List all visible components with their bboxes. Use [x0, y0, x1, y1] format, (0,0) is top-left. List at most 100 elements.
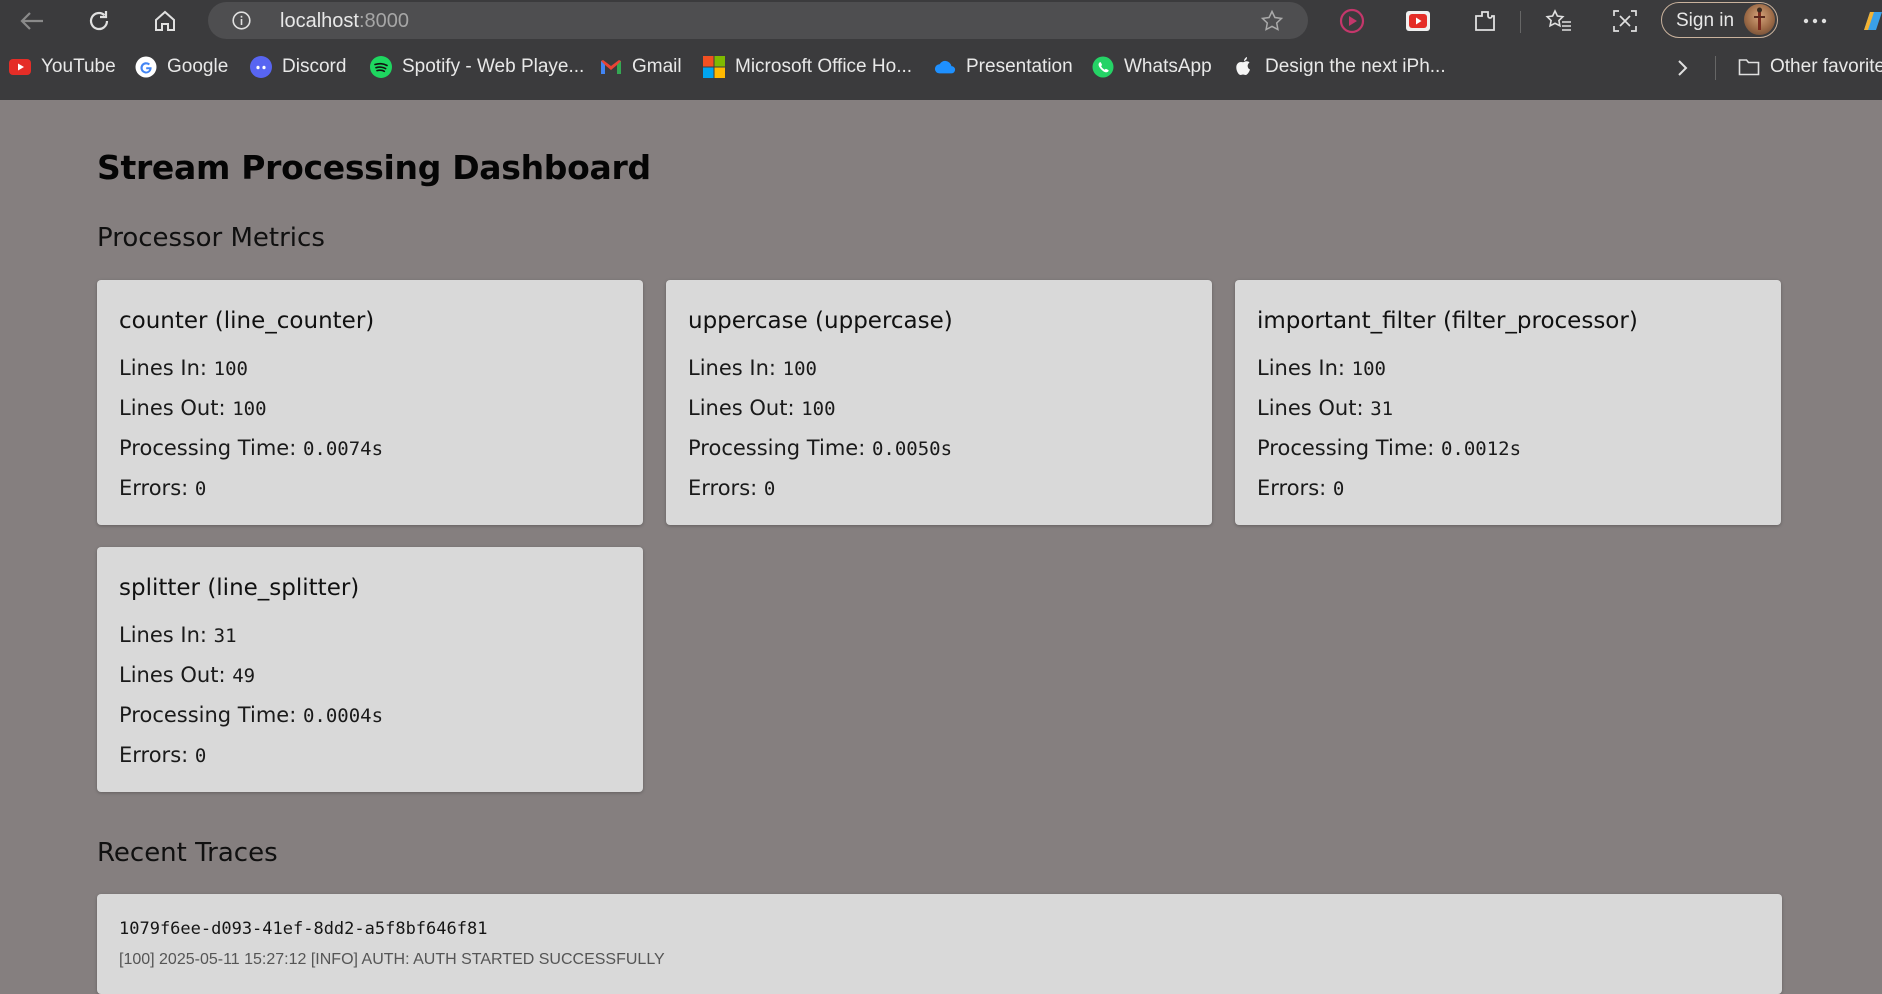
processor-card: counter (line_counter) Lines In: 100 Lin… — [97, 280, 643, 525]
processing-time-row: Processing Time: 0.0012s — [1257, 436, 1521, 460]
processor-title: counter (line_counter) — [119, 308, 375, 334]
bookmark-label: WhatsApp — [1124, 56, 1212, 77]
errors-value: 0 — [194, 478, 207, 500]
processor-card: uppercase (uppercase) Lines In: 100 Line… — [666, 280, 1212, 525]
lines-out-row: Lines Out: 49 — [119, 663, 255, 687]
processing-time-row: Processing Time: 0.0074s — [119, 436, 383, 460]
bookmark-other-favorites[interactable]: Other favorites — [1738, 54, 1882, 80]
errors-label: Errors: — [1257, 476, 1327, 500]
processor-title: uppercase (uppercase) — [688, 308, 953, 334]
processing-time-value: 0.0050s — [871, 438, 953, 460]
lines-in-label: Lines In: — [119, 623, 207, 647]
toolbar-divider — [1520, 11, 1521, 33]
google-icon — [135, 56, 157, 78]
gmail-icon — [600, 56, 622, 78]
url-host: localhost — [280, 10, 359, 32]
errors-value: 0 — [763, 478, 776, 500]
bookmark-label: Gmail — [632, 56, 682, 77]
bookmark-discord[interactable]: Discord — [250, 54, 346, 80]
lines-out-row: Lines Out: 100 — [119, 396, 267, 420]
lines-in-value: 100 — [782, 358, 817, 380]
lines-in-label: Lines In: — [119, 356, 207, 380]
sign-in-label: Sign in — [1676, 10, 1735, 31]
bookmark-label: Microsoft Office Ho... — [735, 56, 913, 77]
bookmark-microsoft-office[interactable]: Microsoft Office Ho... — [703, 54, 912, 80]
lines-out-value: 100 — [801, 398, 836, 420]
folder-icon — [1738, 56, 1760, 78]
processing-time-label: Processing Time: — [688, 436, 866, 460]
lines-out-value: 49 — [232, 665, 256, 687]
bookmark-google[interactable]: Google — [135, 54, 228, 80]
lines-out-value: 31 — [1370, 398, 1394, 420]
processing-time-value: 0.0004s — [302, 705, 384, 727]
site-info-icon[interactable] — [232, 11, 251, 30]
errors-value: 0 — [194, 745, 207, 767]
url-port: :8000 — [358, 10, 409, 32]
spotify-icon — [370, 56, 392, 78]
avatar — [1744, 4, 1775, 35]
home-icon[interactable] — [147, 4, 183, 38]
processing-time-row: Processing Time: 0.0050s — [688, 436, 952, 460]
bookmark-spotify[interactable]: Spotify - Web Playe... — [370, 54, 584, 80]
address-bar[interactable]: localhost:8000 — [208, 2, 1308, 39]
lines-out-row: Lines Out: 100 — [688, 396, 836, 420]
errors-row: Errors: 0 — [119, 476, 206, 500]
errors-label: Errors: — [119, 476, 189, 500]
errors-label: Errors: — [688, 476, 758, 500]
onedrive-icon — [934, 56, 956, 78]
whatsapp-icon — [1092, 56, 1114, 78]
bookmark-label: YouTube — [41, 56, 116, 77]
lines-in-value: 100 — [1351, 358, 1386, 380]
metrics-heading: Processor Metrics — [97, 223, 325, 253]
processor-card: important_filter (filter_processor) Line… — [1235, 280, 1781, 525]
bookmarks-divider — [1715, 56, 1716, 80]
address-url[interactable]: localhost:8000 — [280, 10, 409, 33]
back-icon[interactable] — [14, 4, 50, 38]
trace-id: 1079f6ee-d093-41ef-8dd2-a5f8bf646f81 — [119, 919, 488, 939]
lines-in-label: Lines In: — [1257, 356, 1345, 380]
lines-out-row: Lines Out: 31 — [1257, 396, 1393, 420]
lines-in-row: Lines In: 100 — [119, 356, 248, 380]
extensions-icon[interactable] — [1470, 6, 1500, 36]
bookmark-gmail[interactable]: Gmail — [600, 54, 682, 80]
browser-toolbar: localhost:8000 Sign in — [0, 0, 1882, 42]
lines-out-label: Lines Out: — [688, 396, 795, 420]
apple-icon — [1233, 56, 1255, 78]
screenshot-icon[interactable] — [1610, 6, 1640, 36]
bookmark-label: Spotify - Web Playe... — [402, 56, 585, 77]
errors-value: 0 — [1332, 478, 1345, 500]
bookmark-whatsapp[interactable]: WhatsApp — [1092, 54, 1212, 80]
favorite-star-icon[interactable] — [1260, 9, 1284, 33]
processing-time-value: 0.0074s — [302, 438, 384, 460]
youtube-icon — [9, 56, 31, 78]
youtube-extension-icon[interactable] — [1403, 6, 1433, 36]
other-favorites-label: Other favorites — [1770, 56, 1882, 77]
trace-line: [100] 2025-05-11 15:27:12 [INFO] AUTH: A… — [119, 951, 665, 968]
processing-time-row: Processing Time: 0.0004s — [119, 703, 383, 727]
bookmark-design-iphone[interactable]: Design the next iPh... — [1233, 54, 1446, 80]
favorites-icon[interactable] — [1544, 6, 1574, 36]
errors-row: Errors: 0 — [1257, 476, 1344, 500]
bookmark-label: Presentation — [966, 56, 1073, 77]
copilot-icon[interactable] — [1858, 6, 1882, 36]
errors-row: Errors: 0 — [119, 743, 206, 767]
lines-out-label: Lines Out: — [119, 663, 226, 687]
bookmark-label: Google — [167, 56, 229, 77]
processing-time-value: 0.0012s — [1440, 438, 1522, 460]
media-play-icon[interactable] — [1337, 6, 1367, 36]
sign-in-button[interactable]: Sign in — [1661, 2, 1778, 38]
more-options-icon[interactable] — [1800, 6, 1830, 36]
bookmarks-bar: YouTube Google Discord Spotify - Web Pla… — [0, 42, 1882, 100]
traces-heading: Recent Traces — [97, 838, 278, 868]
lines-in-row: Lines In: 100 — [1257, 356, 1386, 380]
bookmark-presentation[interactable]: Presentation — [934, 54, 1073, 80]
processor-card: splitter (line_splitter) Lines In: 31 Li… — [97, 547, 643, 792]
lines-in-value: 100 — [213, 358, 248, 380]
reload-icon[interactable] — [81, 4, 117, 38]
chevron-right-icon[interactable] — [1670, 56, 1694, 80]
bookmark-youtube[interactable]: YouTube — [9, 54, 116, 80]
bookmark-label: Discord — [282, 56, 347, 77]
processing-time-label: Processing Time: — [1257, 436, 1435, 460]
lines-in-label: Lines In: — [688, 356, 776, 380]
discord-icon — [250, 56, 272, 78]
